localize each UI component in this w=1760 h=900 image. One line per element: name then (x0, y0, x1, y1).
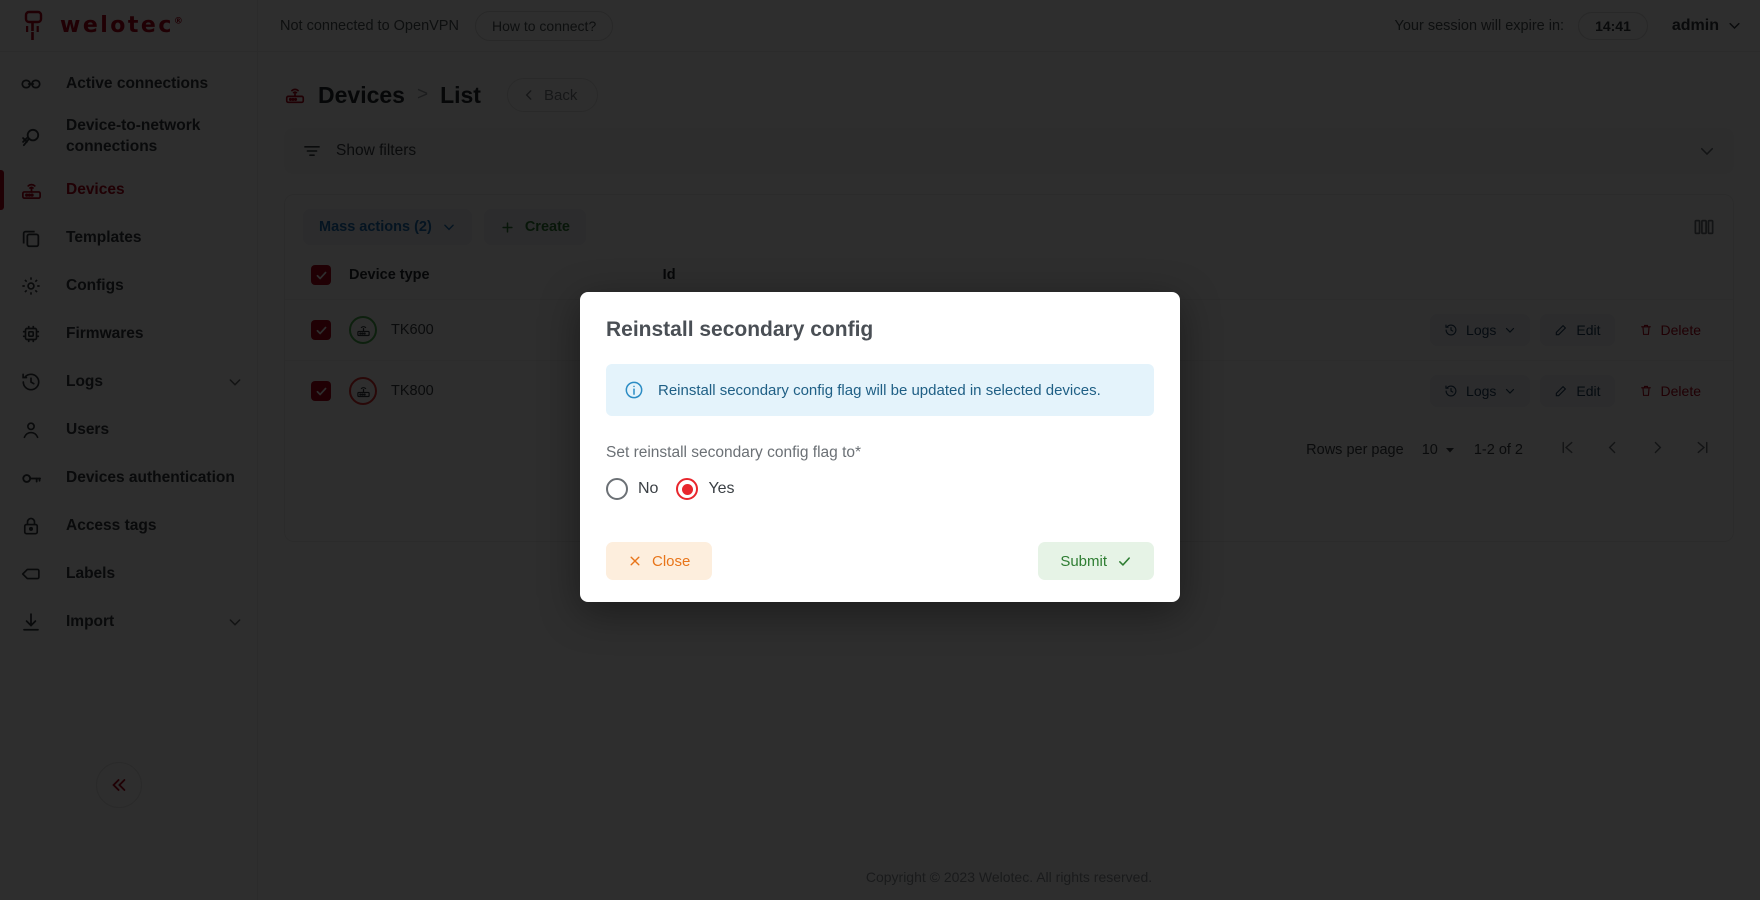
radio-mark-selected (676, 478, 699, 500)
radio-option-yes[interactable]: Yes (676, 478, 735, 500)
required-asterisk: * (855, 444, 862, 461)
submit-label: Submit (1060, 552, 1107, 570)
dialog-actions: Close Submit (606, 542, 1154, 580)
app-root: welotec® Active connections Device-to-ne… (0, 0, 1760, 900)
reinstall-secondary-config-dialog: Reinstall secondary config Reinstall sec… (580, 292, 1180, 602)
radio-label: Yes (708, 480, 735, 497)
close-button[interactable]: Close (606, 542, 713, 580)
close-label: Close (652, 552, 691, 570)
radio-mark (606, 478, 628, 500)
radio-label: No (638, 480, 659, 497)
check-icon (1119, 556, 1130, 566)
info-icon (625, 381, 643, 399)
flag-field-label-text: Set reinstall secondary config flag to (606, 444, 855, 461)
dialog-title: Reinstall secondary config (606, 318, 874, 341)
info-banner: Reinstall secondary config flag will be … (606, 364, 1154, 416)
flag-radio-group: No Yes (606, 478, 1154, 500)
flag-field-label: Set reinstall secondary config flag to* (606, 444, 1154, 462)
info-banner-text: Reinstall secondary config flag will be … (658, 381, 1101, 399)
close-icon (630, 556, 640, 566)
submit-button[interactable]: Submit (1038, 542, 1154, 580)
radio-option-no[interactable]: No (606, 478, 658, 500)
